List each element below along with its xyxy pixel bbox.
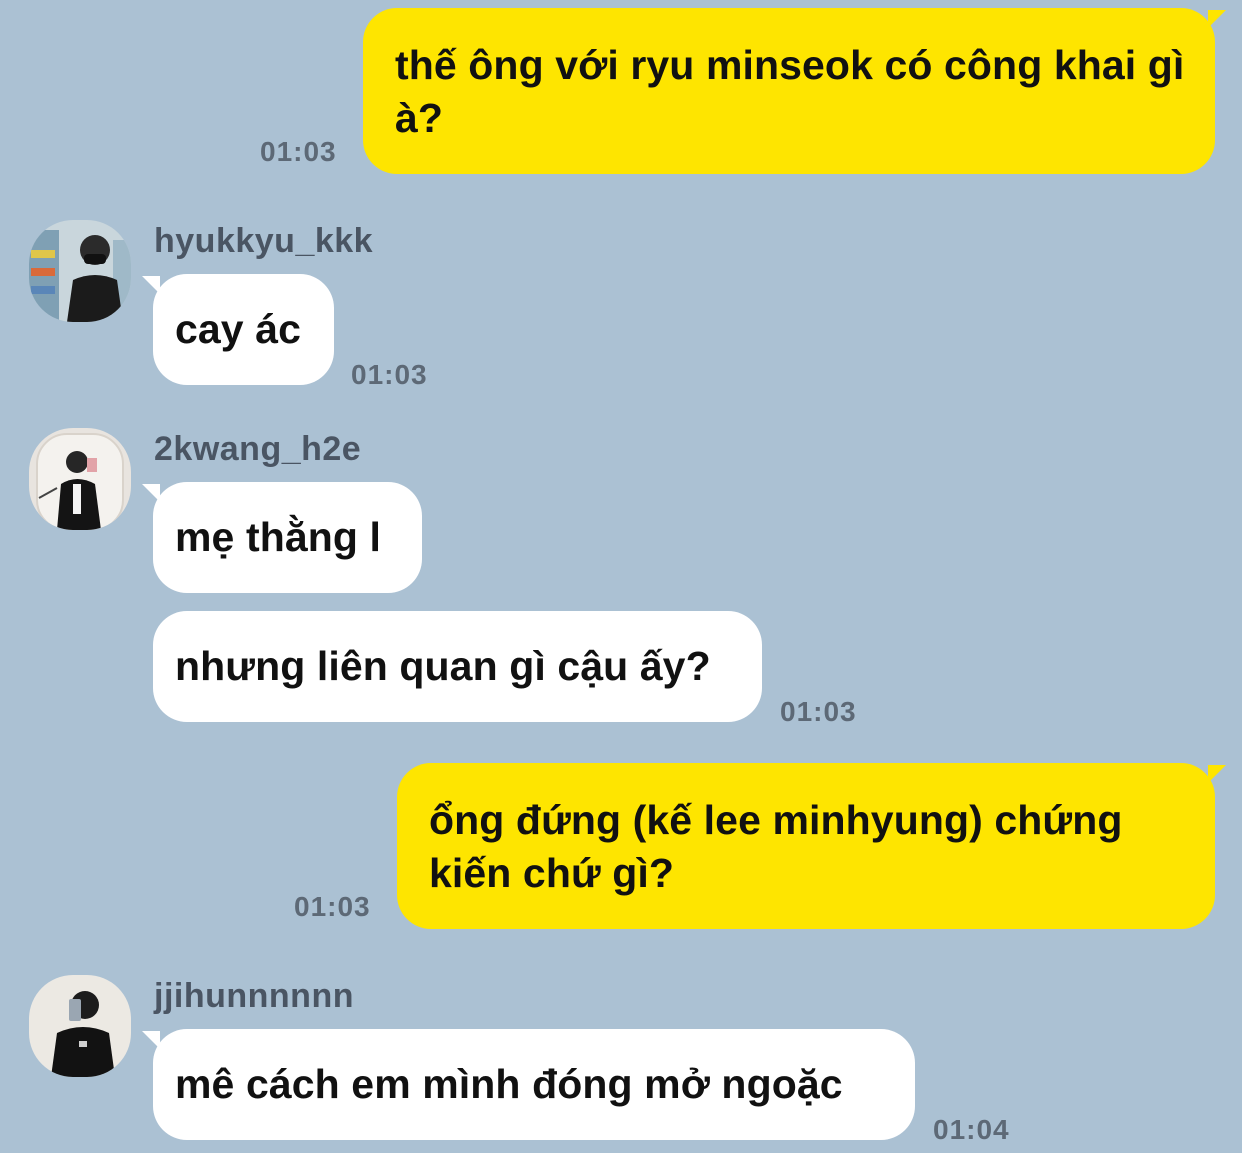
bubble-tail [142,484,160,502]
message-timestamp: 01:03 [260,136,337,167]
message-text: mê cách em mình đóng mở ngoặc [175,1061,843,1107]
user-avatar-photo-icon [29,428,131,530]
message-timestamp: 01:03 [780,696,857,727]
message-text: thế ông với ryu minseok có công khai gì … [395,42,1185,141]
incoming-message-bubble[interactable]: mẹ thằng l [153,482,422,593]
user-avatar-photo-icon [29,220,131,322]
avatar-jjihun[interactable] [29,975,131,1077]
bubble-tail [1208,765,1226,783]
bubble-tail [142,276,160,294]
sender-name: jjihunnnnnn [154,977,354,1015]
avatar-2kwang[interactable] [29,428,131,530]
sender-name: hyukkyu_kkk [154,222,374,260]
sender-name: 2kwang_h2e [154,430,362,468]
incoming-message-bubble[interactable]: mê cách em mình đóng mở ngoặc [153,1029,915,1140]
chat-message-list[interactable]: thế ông với ryu minseok có công khai gì … [0,0,1242,1153]
bubble-tail [142,1031,160,1049]
outgoing-message-bubble[interactable]: ổng đứng (kế lee minhyung) chứng kiến ch… [397,763,1215,929]
user-avatar-photo-icon [29,975,131,1077]
message-timestamp: 01:03 [351,359,428,390]
message-timestamp: 01:03 [294,891,371,922]
avatar-hyukkyu[interactable] [29,220,131,322]
incoming-message-bubble[interactable]: cay ác [153,274,334,385]
message-timestamp: 01:04 [933,1114,1010,1145]
outgoing-message-bubble[interactable]: thế ông với ryu minseok có công khai gì … [363,8,1215,174]
message-text: cay ác [175,306,302,352]
message-text: mẹ thằng l [175,514,382,560]
message-text: ổng đứng (kế lee minhyung) chứng kiến ch… [429,797,1123,896]
bubble-tail [1208,10,1226,28]
message-text: nhưng liên quan gì cậu ấy? [175,643,711,689]
incoming-message-bubble[interactable]: nhưng liên quan gì cậu ấy? [153,611,762,722]
